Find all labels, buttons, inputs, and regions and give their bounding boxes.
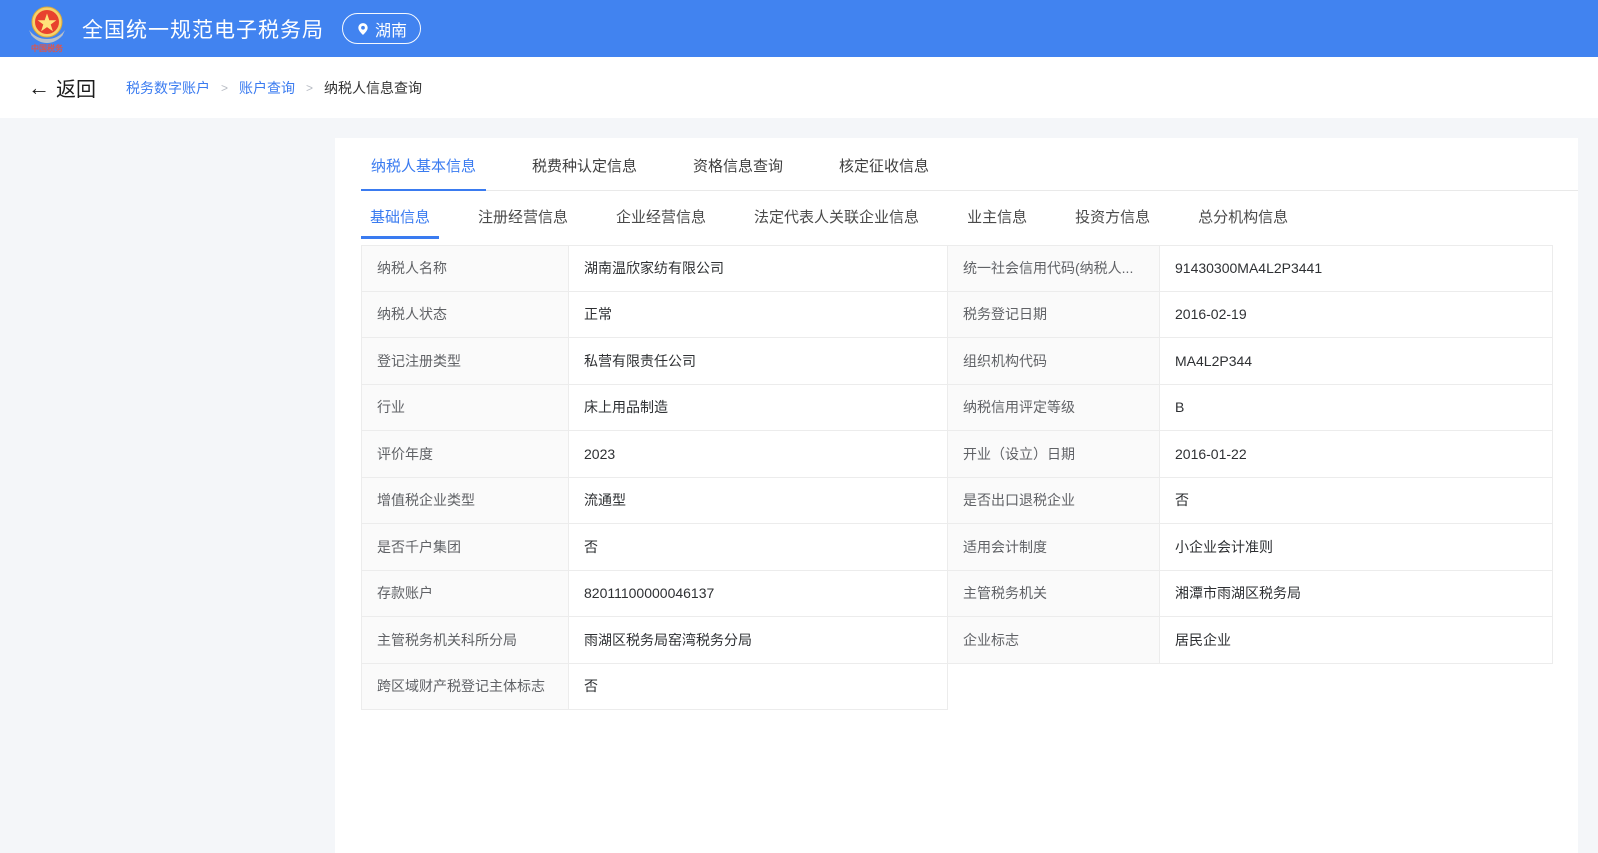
- breadcrumb-bar: ← 返回 税务数字账户 > 账户查询 > 纳税人信息查询: [0, 57, 1598, 118]
- breadcrumb: 税务数字账户 > 账户查询 > 纳税人信息查询: [126, 78, 422, 98]
- info-value-cell: 82011100000046137: [569, 571, 948, 618]
- info-label-cell: 跨区域财产税登记主体标志: [361, 664, 569, 711]
- info-value-cell: MA4L2P344: [1160, 338, 1553, 385]
- page-body: 纳税人基本信息税费种认定信息资格信息查询核定征收信息 基础信息注册经营信息企业经…: [0, 118, 1598, 853]
- info-value-cell: B: [1160, 385, 1553, 432]
- info-value-cell: 否: [569, 524, 948, 571]
- main-tab-1[interactable]: 税费种认定信息: [522, 155, 647, 191]
- info-value-cell: 湖南温欣家纺有限公司: [569, 245, 948, 292]
- info-label-cell: 纳税人名称: [361, 245, 569, 292]
- info-label-cell: 纳税信用评定等级: [948, 385, 1160, 432]
- info-label-cell: 组织机构代码: [948, 338, 1160, 385]
- sub-tab-6[interactable]: 总分机构信息: [1189, 206, 1297, 239]
- location-pin-icon: [356, 21, 370, 37]
- app-header: 中国税务 全国统一规范电子税务局 湖南: [0, 0, 1598, 57]
- empty-cell: [1160, 664, 1553, 711]
- info-value-cell: 2016-02-19: [1160, 292, 1553, 339]
- info-value-cell: 小企业会计准则: [1160, 524, 1553, 571]
- main-tabs: 纳税人基本信息税费种认定信息资格信息查询核定征收信息: [361, 138, 1578, 191]
- info-label-cell: 登记注册类型: [361, 338, 569, 385]
- info-label-cell: 是否千户集团: [361, 524, 569, 571]
- sub-tab-5[interactable]: 投资方信息: [1066, 206, 1159, 239]
- sub-tab-3[interactable]: 法定代表人关联企业信息: [745, 206, 928, 239]
- info-label-cell: 存款账户: [361, 571, 569, 618]
- info-label-cell: 统一社会信用代码(纳税人...: [948, 245, 1160, 292]
- info-value-cell: 居民企业: [1160, 617, 1553, 664]
- region-label: 湖南: [375, 17, 407, 41]
- info-value-cell: 2016-01-22: [1160, 431, 1553, 478]
- info-label-cell: 企业标志: [948, 617, 1160, 664]
- info-value-cell: 床上用品制造: [569, 385, 948, 432]
- info-value-cell: 91430300MA4L2P3441: [1160, 245, 1553, 292]
- info-value-cell: 正常: [569, 292, 948, 339]
- info-value-cell: 流通型: [569, 478, 948, 525]
- info-label-cell: 适用会计制度: [948, 524, 1160, 571]
- back-label: 返回: [56, 73, 96, 102]
- info-label-cell: 增值税企业类型: [361, 478, 569, 525]
- info-value-cell: 否: [569, 664, 948, 711]
- breadcrumb-separator: >: [221, 81, 228, 95]
- app-title: 全国统一规范电子税务局: [82, 14, 324, 44]
- info-label-cell: 税务登记日期: [948, 292, 1160, 339]
- sub-tab-2[interactable]: 企业经营信息: [607, 206, 715, 239]
- logo-caption: 中国税务: [31, 43, 64, 53]
- info-label-cell: 主管税务机关科所分局: [361, 617, 569, 664]
- main-tab-2[interactable]: 资格信息查询: [683, 155, 793, 191]
- info-label-cell: 评价年度: [361, 431, 569, 478]
- info-value-cell: 雨湖区税务局窑湾税务分局: [569, 617, 948, 664]
- china-tax-emblem-icon: 中国税务: [26, 5, 68, 53]
- breadcrumb-separator: >: [306, 81, 313, 95]
- left-arrow-icon: ←: [28, 77, 50, 99]
- main-tab-3[interactable]: 核定征收信息: [829, 155, 939, 191]
- info-label-cell: 主管税务机关: [948, 571, 1160, 618]
- breadcrumb-current: 纳税人信息查询: [324, 78, 422, 98]
- sub-tabs: 基础信息注册经营信息企业经营信息法定代表人关联企业信息业主信息投资方信息总分机构…: [361, 206, 1578, 239]
- main-tab-0[interactable]: 纳税人基本信息: [361, 155, 486, 191]
- info-label-cell: 是否出口退税企业: [948, 478, 1160, 525]
- info-label-cell: 行业: [361, 385, 569, 432]
- info-value-cell: 湘潭市雨湖区税务局: [1160, 571, 1553, 618]
- info-value-cell: 私营有限责任公司: [569, 338, 948, 385]
- sub-tab-4[interactable]: 业主信息: [958, 206, 1036, 239]
- breadcrumb-link[interactable]: 账户查询: [239, 78, 295, 98]
- sub-tab-0[interactable]: 基础信息: [361, 206, 439, 239]
- info-label-cell: 纳税人状态: [361, 292, 569, 339]
- sub-tab-1[interactable]: 注册经营信息: [469, 206, 577, 239]
- info-label-cell: 开业（设立）日期: [948, 431, 1160, 478]
- info-value-cell: 否: [1160, 478, 1553, 525]
- empty-cell: [948, 664, 1160, 711]
- info-table: 纳税人名称湖南温欣家纺有限公司统一社会信用代码(纳税人...91430300MA…: [361, 245, 1553, 710]
- region-switcher[interactable]: 湖南: [342, 13, 421, 44]
- info-value-cell: 2023: [569, 431, 948, 478]
- back-button[interactable]: ← 返回: [28, 73, 96, 102]
- content-panel: 纳税人基本信息税费种认定信息资格信息查询核定征收信息 基础信息注册经营信息企业经…: [335, 138, 1578, 853]
- breadcrumb-link[interactable]: 税务数字账户: [126, 78, 210, 98]
